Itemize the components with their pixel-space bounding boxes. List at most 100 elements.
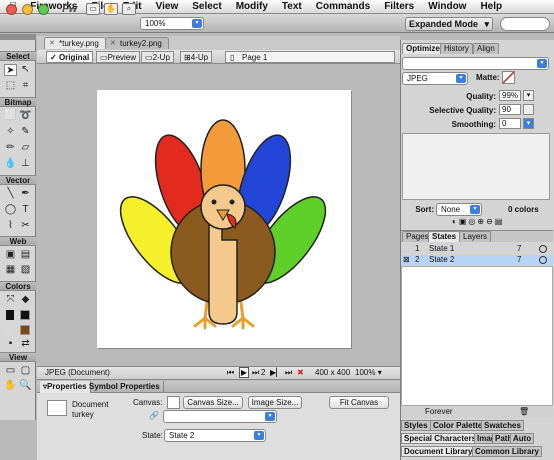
text-tool-icon[interactable]: T xyxy=(19,204,32,216)
image-size-button[interactable]: Image Size... xyxy=(248,396,302,409)
menu-modify[interactable]: Modify xyxy=(229,1,275,12)
lasso-tool-icon[interactable]: ➰ xyxy=(19,110,32,122)
hand-tool-icon[interactable]: ✋ xyxy=(104,3,118,15)
paint-bucket-icon[interactable]: ◆ xyxy=(19,294,32,306)
selective-quality-field[interactable]: 90 xyxy=(499,104,521,115)
knife-tool-icon[interactable]: ✂ xyxy=(19,220,32,232)
ellipse-tool-icon[interactable]: ◯ xyxy=(4,204,17,216)
fill-color-well[interactable] xyxy=(20,325,30,335)
minimize-window-button[interactable] xyxy=(22,4,33,15)
tab-special-characters[interactable]: Special Characters xyxy=(401,433,480,444)
original-view-button[interactable]: ✓ Original xyxy=(46,51,94,63)
hotspot-tool-icon[interactable]: ▣ xyxy=(4,249,17,261)
eyedropper-tool-icon[interactable]: ⤧ xyxy=(4,294,17,306)
stop-icon[interactable]: ✖ xyxy=(297,367,304,379)
close-window-button[interactable] xyxy=(6,4,17,15)
tab-common-library[interactable]: Common Library xyxy=(472,446,543,457)
tab-layers[interactable]: Layers xyxy=(459,231,492,242)
menu-select[interactable]: Select xyxy=(185,1,228,12)
scale-tool-icon[interactable]: ⬚ xyxy=(4,80,17,92)
workspace-mode-select[interactable]: Expanded Mode ▾ xyxy=(405,17,493,31)
first-frame-icon[interactable]: ⏮ xyxy=(227,367,234,379)
lock-color-icon[interactable]: ▣ xyxy=(459,217,469,226)
menu-window[interactable]: Window xyxy=(421,1,473,12)
smoothing-field[interactable]: 0 xyxy=(499,118,521,129)
onion-skin-icon[interactable] xyxy=(539,256,547,264)
pen-tool-icon[interactable]: ✒ xyxy=(19,188,32,200)
loop-value[interactable]: Forever xyxy=(425,407,453,417)
selective-quality-edit-icon[interactable] xyxy=(523,104,534,115)
smoothing-dropdown-arrow-icon[interactable]: ▾ xyxy=(523,118,534,129)
pointer-tool-icon[interactable]: ➤ xyxy=(4,64,17,76)
close-icon[interactable]: ✕ xyxy=(49,38,55,49)
slice-tool-icon[interactable]: ▤ xyxy=(19,249,32,261)
stroke-color-well[interactable] xyxy=(20,310,30,320)
page-selector[interactable]: ▯ Page 1 xyxy=(225,51,395,63)
rubber-stamp-icon[interactable]: ⊥ xyxy=(19,158,32,170)
tab-styles[interactable]: Styles xyxy=(401,420,431,431)
last-frame-icon[interactable]: ⏭ xyxy=(285,367,292,379)
search-input[interactable] xyxy=(500,17,550,31)
onion-skin-icon[interactable] xyxy=(539,245,547,253)
line-tool-icon[interactable]: ╲ xyxy=(4,188,17,200)
options-icon[interactable]: ▤ xyxy=(495,217,505,226)
eraser-tool-icon[interactable]: ▱ xyxy=(19,142,32,154)
stroke-color-swatch[interactable] xyxy=(6,310,14,320)
zoom-level-select[interactable]: 100% ▾ xyxy=(140,17,204,30)
document-canvas[interactable] xyxy=(97,90,351,348)
show-slices-icon[interactable]: ▧ xyxy=(19,264,32,276)
state-row-1[interactable]: 1 State 1 7 xyxy=(401,244,553,254)
brush-tool-icon[interactable]: ✎ xyxy=(19,126,32,138)
swap-colors-icon[interactable]: ⇄ xyxy=(19,338,32,350)
quality-field[interactable]: 99% xyxy=(499,90,521,101)
menu-text[interactable]: Text xyxy=(275,1,309,12)
delete-state-icon[interactable]: 🗑 xyxy=(519,407,529,417)
tab-optimize[interactable]: Optimize xyxy=(402,43,444,54)
document-tab[interactable]: ✕ turkey2.png xyxy=(105,37,169,49)
zoom-tool-icon[interactable]: ⌕ xyxy=(122,3,136,15)
2up-view-button[interactable]: ▭2-Up xyxy=(141,51,174,63)
canvas-size-button[interactable]: Canvas Size... xyxy=(183,396,243,409)
layout-icon[interactable]: ▭ xyxy=(86,3,100,15)
add-color-icon[interactable]: ⊕ xyxy=(477,217,486,226)
fit-canvas-button[interactable]: Fit Canvas xyxy=(329,396,389,409)
matte-color-well[interactable] xyxy=(502,71,515,84)
quality-slider-toggle[interactable]: ▾ xyxy=(523,90,534,101)
document-tab[interactable]: ✕ *turkey.png xyxy=(44,37,106,49)
menu-view[interactable]: View xyxy=(149,1,186,12)
tab-properties[interactable]: ▿Properties xyxy=(40,381,91,393)
tab-states[interactable]: States xyxy=(428,231,461,242)
sort-select[interactable]: None ▾ xyxy=(436,203,482,216)
canvas-link-select[interactable]: ▾ xyxy=(163,410,277,423)
standard-screen-icon[interactable]: ▭ xyxy=(4,365,17,377)
default-colors-icon[interactable]: ▪ xyxy=(4,338,17,350)
tab-symbol-properties[interactable]: Symbol Properties xyxy=(86,381,164,393)
tab-color-palette[interactable]: Color Palette xyxy=(430,420,486,431)
subselect-tool-icon[interactable]: ↖ xyxy=(19,64,32,76)
tab-auto-shape[interactable]: Auto xyxy=(510,433,535,444)
canvas-color-well[interactable] xyxy=(167,396,180,409)
tab-history[interactable]: History xyxy=(440,43,473,54)
step-forward-icon[interactable]: ▶▏ xyxy=(270,367,282,379)
crop-tool-icon[interactable]: ⌗ xyxy=(19,80,32,92)
state-row-2[interactable]: ⊠ 2 State 2 7 xyxy=(401,255,553,265)
preview-view-button[interactable]: ▭Preview xyxy=(96,51,141,63)
status-zoom-select[interactable]: 100% ▾ xyxy=(355,367,382,379)
next-frame-icon[interactable]: ⏭ xyxy=(252,367,259,379)
play-icon[interactable]: ▶ xyxy=(239,367,249,378)
close-icon[interactable]: ✕ xyxy=(110,38,116,49)
menu-commands[interactable]: Commands xyxy=(309,1,377,12)
hide-slices-icon[interactable]: ▦ xyxy=(4,264,17,276)
tab-align[interactable]: Align xyxy=(473,43,499,54)
marquee-tool-icon[interactable]: ⬜ xyxy=(4,110,17,122)
magic-wand-icon[interactable]: ✧ xyxy=(4,126,17,138)
pencil-tool-icon[interactable]: ✏ xyxy=(4,142,17,154)
hand-tool-icon[interactable]: ✋ xyxy=(4,380,17,392)
freeform-tool-icon[interactable]: ⌇ xyxy=(4,220,17,232)
transparency-icon[interactable]: ◐ xyxy=(452,217,459,226)
saved-settings-select[interactable]: ▾ xyxy=(402,57,549,70)
delete-color-icon[interactable]: ⊖ xyxy=(486,217,495,226)
tab-swatches[interactable]: Swatches xyxy=(481,420,524,431)
menu-filters[interactable]: Filters xyxy=(377,1,421,12)
zoom-window-button[interactable] xyxy=(38,4,49,15)
